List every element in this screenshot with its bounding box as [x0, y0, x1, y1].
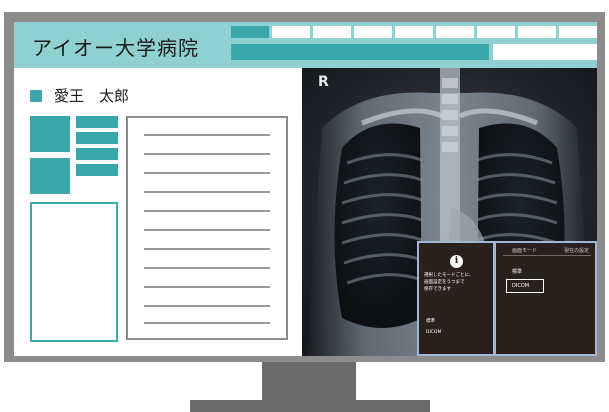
tab[interactable] [354, 26, 392, 38]
document-line [144, 305, 270, 307]
tab[interactable] [313, 26, 351, 38]
document-line [144, 210, 270, 212]
menu-tile[interactable] [76, 132, 118, 144]
tab[interactable] [436, 26, 474, 38]
document-line [144, 322, 270, 324]
document-line [144, 172, 270, 174]
menu-tile[interactable] [76, 164, 118, 176]
document-line [144, 229, 270, 231]
document-line [144, 134, 270, 136]
tab[interactable] [559, 26, 597, 38]
tab-active[interactable] [231, 26, 269, 38]
hospital-title: アイオー大学病院 [32, 36, 199, 60]
menu-tile[interactable] [76, 148, 118, 160]
document-line [144, 267, 270, 269]
menu-tile[interactable] [76, 116, 118, 128]
orientation-marker: R [318, 74, 329, 90]
tab[interactable] [272, 26, 310, 38]
mode-option-dicom-button[interactable]: DICOM [506, 279, 544, 293]
info-option-dicom: DICOM [426, 330, 442, 335]
notes-box[interactable] [30, 202, 118, 342]
document-panel [126, 116, 288, 340]
monitor-screen: アイオー大学病院 愛王 太郎 R i 選択したモードごとに、 画面設定をうつまで… [14, 22, 597, 356]
document-line [144, 286, 270, 288]
tab[interactable] [518, 26, 556, 38]
patient-name: 愛王 太郎 [54, 87, 130, 105]
document-line [144, 191, 270, 193]
mode-option-standard[interactable]: 標準 [512, 268, 522, 275]
dialog-info-pane: i 選択したモードごとに、 画面設定をうつまで 保存できます 標準 DICOM [419, 243, 496, 354]
monitor-stand-neck [262, 362, 356, 400]
header-search-box[interactable] [493, 44, 597, 60]
tab[interactable] [477, 26, 515, 38]
column-mode-header: 画面モード [512, 248, 538, 254]
xray-viewer[interactable]: R i 選択したモードごとに、 画面設定をうつまで 保存できます 標準 DICO… [302, 68, 597, 356]
thumbnail-tile[interactable] [30, 116, 70, 152]
patient-panel: 愛王 太郎 [14, 68, 302, 356]
app-header: アイオー大学病院 [14, 22, 597, 68]
info-icon: i [450, 255, 463, 268]
dialog-divider [503, 255, 591, 256]
document-line [144, 248, 270, 250]
header-info-bar [231, 44, 489, 60]
dialog-message: 選択したモードごとに、 画面設定をうつまで 保存できます [424, 273, 474, 292]
display-mode-dialog: i 選択したモードごとに、 画面設定をうつまで 保存できます 標準 DICOM … [417, 241, 597, 356]
monitor-stand-base [190, 400, 430, 412]
column-current-header: 現在の設定 [564, 248, 590, 254]
patient-marker-icon [30, 90, 42, 102]
document-line [144, 153, 270, 155]
tab-bar [231, 26, 597, 38]
tab[interactable] [395, 26, 433, 38]
info-option-standard: 標準 [426, 319, 435, 324]
thumbnail-tile[interactable] [30, 158, 70, 194]
